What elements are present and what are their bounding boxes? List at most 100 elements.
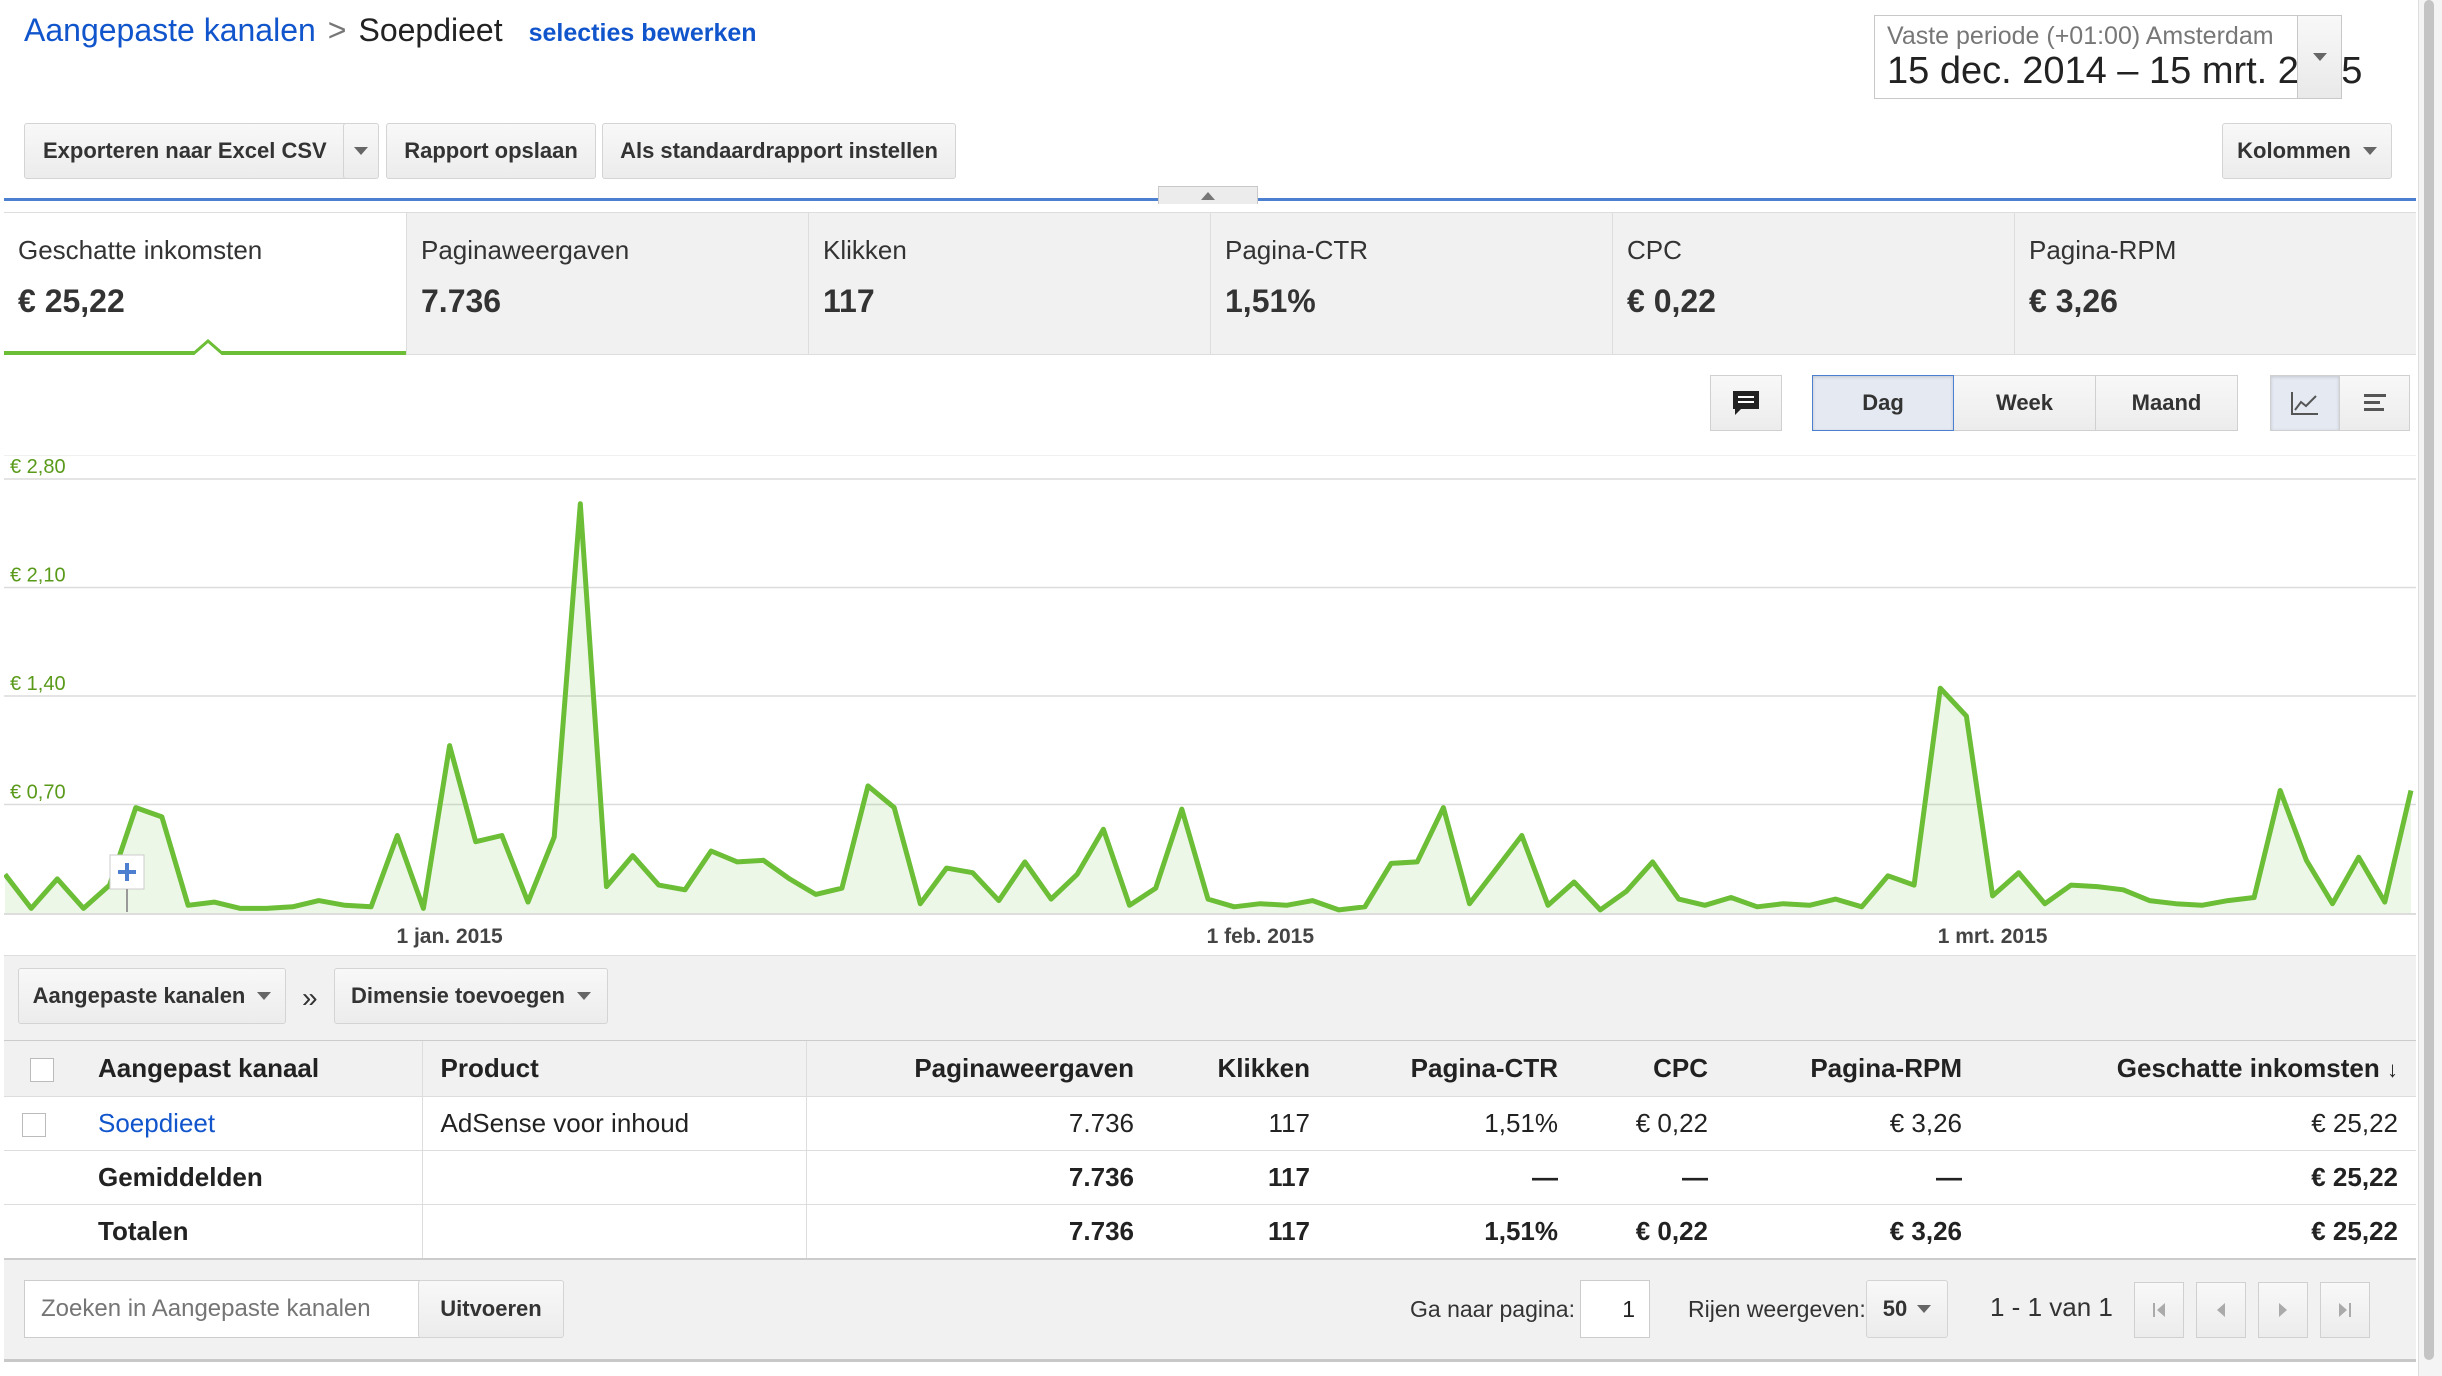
series-point [735,860,739,864]
series-point [1337,908,1341,912]
metric-label: CPC [1627,235,1682,265]
series-point [1546,903,1550,907]
column-header-cpc[interactable]: CPC [1576,1040,1726,1097]
set-default-report-button[interactable]: Als standaardrapport instellen [602,123,956,179]
metric-tiles: Geschatte inkomsten € 25,22 Paginaweerga… [4,212,2416,355]
channel-link[interactable]: Soepdieet [98,1108,215,1138]
previous-page-button[interactable] [2196,1282,2246,1338]
date-range-dropdown-button[interactable] [2298,15,2342,99]
export-options-dropdown[interactable] [343,123,379,179]
averages-clicks: 117 [1152,1150,1328,1205]
annotations-button[interactable] [1710,375,1782,431]
series-point [1598,908,1602,912]
empty-cell [4,1204,80,1259]
line-chart-view-button[interactable] [2270,375,2340,431]
set-default-label: Als standaardrapport instellen [620,138,938,163]
series-point [1755,905,1759,909]
granularity-week-button[interactable]: Week [1954,375,2096,431]
date-range-picker[interactable]: Vaste periode (+01:00) Amsterdam 15 dec.… [1874,15,2362,99]
scrollbar-thumb[interactable] [2424,0,2434,1360]
collapse-toggle[interactable] [1158,186,1258,204]
search-input[interactable] [24,1280,420,1338]
pagination-range: 1 - 1 van 1 [1990,1292,2113,1322]
columns-button[interactable]: Kolommen [2222,123,2392,179]
series-point [2017,871,2021,875]
averages-rpm: — [1726,1150,1980,1205]
metric-tile-rpm[interactable]: Pagina-RPM € 3,26 [2014,213,2416,355]
granularity-month-button[interactable]: Maand [2096,375,2238,431]
breadcrumb-separator: > [327,12,347,48]
series-point [1964,714,1968,718]
row-rpm-cell: € 3,26 [1726,1096,1980,1151]
rows-per-page-select[interactable]: 50 [1866,1280,1948,1338]
metric-tile-income[interactable]: Geschatte inkomsten € 25,22 [4,213,406,355]
primary-dimension-button[interactable]: Aangepaste kanalen [18,968,286,1024]
series-point [1415,860,1419,864]
granularity-day-button[interactable]: Dag [1812,375,1954,431]
metric-tile-clicks[interactable]: Klikken 117 [808,213,1210,355]
metric-value: € 25,22 [18,283,125,319]
column-header-channel[interactable]: Aangepast kanaal [80,1040,422,1097]
series-point [2278,789,2282,793]
chevron-down-icon [1917,1305,1932,1313]
add-dimension-button[interactable]: Dimensie toevoegen [334,968,608,1024]
column-header-product[interactable]: Product [421,1040,806,1097]
series-point [1049,897,1053,901]
series-point [918,902,922,906]
chart-area-series [4,501,2414,913]
table-view-button[interactable] [2340,375,2410,431]
row-ctr-cell: 1,51% [1328,1096,1576,1151]
series-point [369,905,373,909]
chevron-down-icon [257,992,272,1000]
column-header-rpm[interactable]: Pagina-RPM [1726,1040,1980,1097]
export-csv-button[interactable]: Exporteren naar Excel CSV [24,123,376,179]
row-checkbox[interactable] [22,1113,46,1138]
bar-chart-icon [2363,394,2386,411]
column-header-ctr[interactable]: Pagina-CTR [1328,1040,1576,1097]
dimension-separator: » [302,982,318,1013]
series-point [1206,897,1210,901]
series-point [944,866,948,870]
column-header-income-label: Geschatte inkomsten [2116,1053,2380,1083]
columns-label: Kolommen [2237,138,2351,163]
series-point [1441,806,1445,810]
table-header-row: Aangepast kanaal Product Paginaweergaven… [4,1040,2416,1097]
series-point [1075,872,1079,876]
report-table: Aangepast kanaal Product Paginaweergaven… [4,1040,2416,1259]
last-page-button[interactable] [2320,1282,2370,1338]
goto-page-input[interactable]: 1 [1580,1280,1650,1338]
series-point [1729,896,1733,900]
metric-tile-cpc[interactable]: CPC € 0,22 [1612,213,2014,355]
run-search-button[interactable]: Uitvoeren [418,1280,564,1338]
column-header-clicks[interactable]: Klikken [1152,1040,1328,1097]
column-header-income[interactable]: Geschatte inkomsten ↓ [1980,1040,2416,1097]
series-point [291,905,295,909]
series-point [212,900,216,904]
y-tick-label: € 2,80 [10,456,66,478]
line-chart-icon [2291,392,2318,415]
series-point [2069,883,2073,887]
empty-cell [421,1204,806,1259]
series-point [1494,868,1498,872]
series-point [2147,899,2151,903]
first-page-button[interactable] [2134,1282,2184,1338]
edit-selections-link[interactable]: selecties bewerken [529,19,757,48]
select-all-checkbox[interactable] [30,1058,54,1083]
averages-label: Gemiddelden [80,1150,422,1205]
chevron-down-icon [2362,147,2377,155]
date-range-label: Vaste periode (+01:00) Amsterdam [1887,22,2274,50]
metric-tile-pageviews[interactable]: Paginaweergaven 7.736 [406,213,808,355]
totals-pageviews: 7.736 [805,1204,1152,1259]
series-point [421,906,425,910]
goto-page-label: Ga naar pagina: [1410,1296,1575,1322]
row-cpc-cell: € 0,22 [1576,1096,1726,1151]
column-header-pageviews[interactable]: Paginaweergaven [805,1040,1152,1097]
series-point [317,899,321,903]
next-page-button[interactable] [2258,1282,2308,1338]
metric-value: 117 [823,283,875,319]
sort-descending-icon: ↓ [2387,1057,2398,1082]
save-report-button[interactable]: Rapport opslaan [386,123,596,179]
breadcrumb-parent-link[interactable]: Aangepaste kanalen [24,12,316,49]
metric-tile-ctr[interactable]: Pagina-CTR 1,51% [1210,213,1612,355]
chevron-up-icon [1201,191,1215,200]
